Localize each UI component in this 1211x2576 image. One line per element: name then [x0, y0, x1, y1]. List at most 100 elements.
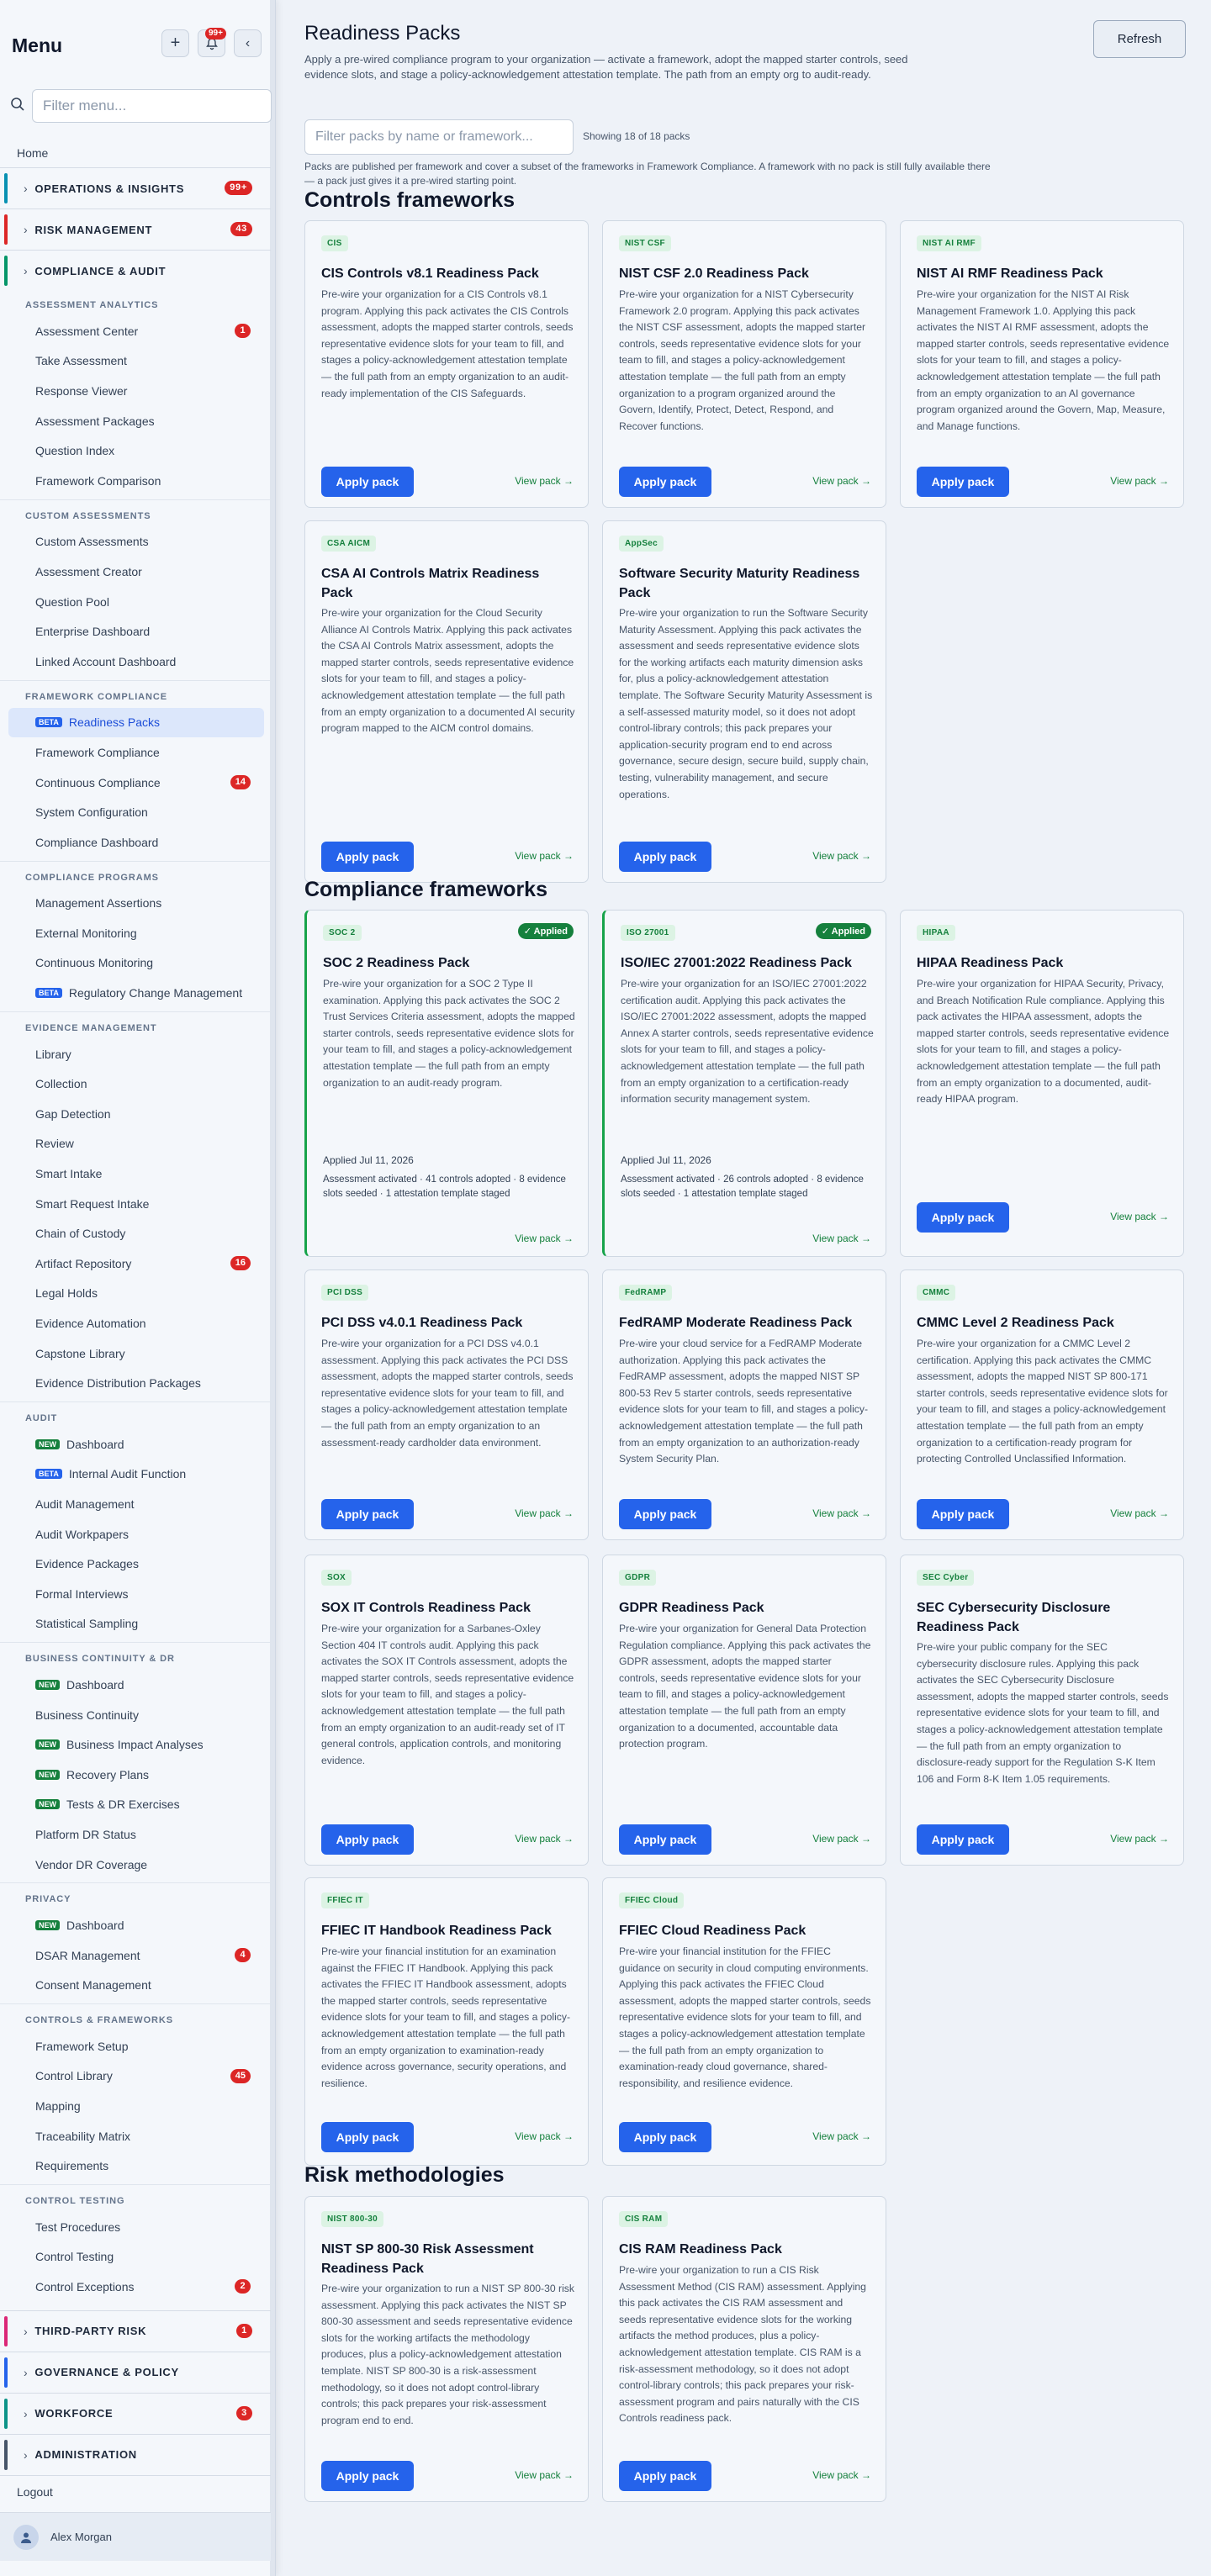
nav-item-dashboard[interactable]: NEW Dashboard [0, 1670, 271, 1700]
nav-item-internal-audit-function[interactable]: BETA Internal Audit Function [0, 1460, 271, 1490]
nav-item-continuous-monitoring[interactable]: Continuous Monitoring [0, 948, 271, 979]
nav-item-assessment-packages[interactable]: Assessment Packages [0, 406, 271, 436]
apply-pack-button[interactable]: Apply pack [917, 467, 1009, 497]
nav-item-artifact-repository[interactable]: Artifact Repository 16 [0, 1248, 271, 1279]
nav-item-custom-assessments[interactable]: Custom Assessments [0, 527, 271, 557]
view-pack-link[interactable]: View pack → [1110, 1211, 1169, 1222]
view-pack-link[interactable]: View pack → [515, 2469, 574, 2481]
nav-item-library[interactable]: Library [0, 1039, 271, 1069]
nav-item-question-index[interactable]: Question Index [0, 435, 271, 466]
nav-item-evidence-packages[interactable]: Evidence Packages [0, 1549, 271, 1579]
nav-item-smart-intake[interactable]: Smart Intake [0, 1159, 271, 1189]
apply-pack-button[interactable]: Apply pack [917, 1824, 1009, 1855]
nav-item-traceability-matrix[interactable]: Traceability Matrix [0, 2121, 271, 2151]
apply-pack-button[interactable]: Apply pack [619, 1499, 711, 1529]
view-pack-link[interactable]: View pack → [515, 475, 574, 487]
notifications-button[interactable]: 99+ [198, 28, 226, 57]
apply-pack-button[interactable]: Apply pack [619, 842, 711, 872]
nav-item-chain-of-custody[interactable]: Chain of Custody [0, 1218, 271, 1248]
nav-item-external-monitoring[interactable]: External Monitoring [0, 918, 271, 948]
nav-item-linked-account-dashboard[interactable]: Linked Account Dashboard [0, 647, 271, 677]
nav-group-operations-insights[interactable]: › OPERATIONS & INSIGHTS 99+ [0, 167, 271, 209]
nav-item-platform-dr-status[interactable]: Platform DR Status [0, 1819, 271, 1850]
view-pack-link[interactable]: View pack → [515, 850, 574, 862]
nav-item-framework-comparison[interactable]: Framework Comparison [0, 466, 271, 496]
nav-item-test-procedures[interactable]: Test Procedures [0, 2212, 271, 2242]
nav-item-control-testing[interactable]: Control Testing [0, 2242, 271, 2272]
view-pack-link[interactable]: View pack → [515, 1233, 574, 1244]
add-button[interactable]: + [161, 29, 189, 57]
logout-link[interactable]: Logout [0, 2474, 271, 2509]
nav-item-audit-workpapers[interactable]: Audit Workpapers [0, 1519, 271, 1549]
nav-item-assessment-creator[interactable]: Assessment Creator [0, 557, 271, 587]
view-pack-link[interactable]: View pack → [812, 475, 871, 487]
nav-item-recovery-plans[interactable]: NEW Recovery Plans [0, 1760, 271, 1790]
nav-item-regulatory-change-management[interactable]: BETA Regulatory Change Management [0, 978, 271, 1008]
apply-pack-button[interactable]: Apply pack [321, 2461, 414, 2491]
nav-group-third-party-risk[interactable]: › THIRD-PARTY RISK 1 [0, 2309, 271, 2352]
user-profile[interactable]: Alex Morgan [0, 2512, 271, 2561]
apply-pack-button[interactable]: Apply pack [321, 842, 414, 872]
apply-pack-button[interactable]: Apply pack [321, 2122, 414, 2152]
nav-item-response-viewer[interactable]: Response Viewer [0, 376, 271, 406]
nav-item-consent-management[interactable]: Consent Management [0, 1971, 271, 2001]
nav-item-dashboard[interactable]: NEW Dashboard [0, 1429, 271, 1460]
nav-item-tests-dr-exercises[interactable]: NEW Tests & DR Exercises [0, 1790, 271, 1820]
nav-home[interactable]: Home [0, 138, 271, 167]
view-pack-link[interactable]: View pack → [812, 1833, 871, 1845]
apply-pack-button[interactable]: Apply pack [917, 1499, 1009, 1529]
nav-item-gap-detection[interactable]: Gap Detection [0, 1099, 271, 1129]
view-pack-link[interactable]: View pack → [1110, 475, 1169, 487]
pack-filter-input[interactable] [304, 119, 574, 155]
view-pack-link[interactable]: View pack → [812, 2469, 871, 2481]
nav-item-control-exceptions[interactable]: Control Exceptions 2 [0, 2272, 271, 2302]
apply-pack-button[interactable]: Apply pack [619, 2461, 711, 2491]
nav-item-legal-holds[interactable]: Legal Holds [0, 1279, 271, 1309]
nav-item-business-continuity[interactable]: Business Continuity [0, 1700, 271, 1730]
nav-group-administration[interactable]: › ADMINISTRATION [0, 2433, 271, 2475]
nav-item-management-assertions[interactable]: Management Assertions [0, 889, 271, 919]
view-pack-link[interactable]: View pack → [515, 1507, 574, 1519]
apply-pack-button[interactable]: Apply pack [321, 1499, 414, 1529]
nav-item-continuous-compliance[interactable]: Continuous Compliance 14 [0, 768, 271, 798]
nav-item-system-configuration[interactable]: System Configuration [0, 797, 271, 827]
collapse-sidebar-button[interactable]: ‹ [234, 29, 262, 57]
nav-item-dashboard[interactable]: NEW Dashboard [0, 1910, 271, 1940]
apply-pack-button[interactable]: Apply pack [917, 1202, 1009, 1233]
nav-item-enterprise-dashboard[interactable]: Enterprise Dashboard [0, 616, 271, 647]
view-pack-link[interactable]: View pack → [515, 1833, 574, 1845]
apply-pack-button[interactable]: Apply pack [619, 2122, 711, 2152]
nav-group-workforce[interactable]: › WORKFORCE 3 [0, 2392, 271, 2434]
nav-item-evidence-automation[interactable]: Evidence Automation [0, 1308, 271, 1338]
apply-pack-button[interactable]: Apply pack [321, 1824, 414, 1855]
refresh-button[interactable]: Refresh [1093, 20, 1186, 58]
view-pack-link[interactable]: View pack → [1110, 1833, 1169, 1845]
nav-item-dsar-management[interactable]: DSAR Management 4 [0, 1940, 271, 1971]
nav-item-review[interactable]: Review [0, 1129, 271, 1159]
nav-group-governance-policy[interactable]: › GOVERNANCE & POLICY [0, 2351, 271, 2393]
view-pack-link[interactable]: View pack → [1110, 1507, 1169, 1519]
nav-item-assessment-center[interactable]: Assessment Center 1 [0, 316, 271, 346]
apply-pack-button[interactable]: Apply pack [321, 467, 414, 497]
nav-item-evidence-distribution-packages[interactable]: Evidence Distribution Packages [0, 1368, 271, 1398]
sidebar-search-input[interactable] [32, 89, 272, 123]
nav-item-requirements[interactable]: Requirements [0, 2151, 271, 2181]
nav-item-audit-management[interactable]: Audit Management [0, 1489, 271, 1519]
nav-item-formal-interviews[interactable]: Formal Interviews [0, 1579, 271, 1609]
nav-item-take-assessment[interactable]: Take Assessment [0, 346, 271, 377]
view-pack-link[interactable]: View pack → [515, 2130, 574, 2142]
nav-group-compliance-audit[interactable]: › COMPLIANCE & AUDIT [0, 250, 271, 291]
nav-item-framework-setup[interactable]: Framework Setup [0, 2031, 271, 2061]
nav-item-compliance-dashboard[interactable]: Compliance Dashboard [0, 827, 271, 858]
nav-item-statistical-sampling[interactable]: Statistical Sampling [0, 1609, 271, 1639]
nav-item-vendor-dr-coverage[interactable]: Vendor DR Coverage [0, 1850, 271, 1880]
nav-item-question-pool[interactable]: Question Pool [0, 587, 271, 617]
nav-group-risk-management[interactable]: › RISK MANAGEMENT 43 [0, 209, 271, 250]
nav-item-mapping[interactable]: Mapping [0, 2091, 271, 2121]
apply-pack-button[interactable]: Apply pack [619, 467, 711, 497]
nav-item-capstone-library[interactable]: Capstone Library [0, 1338, 271, 1369]
apply-pack-button[interactable]: Apply pack [619, 1824, 711, 1855]
view-pack-link[interactable]: View pack → [812, 1507, 871, 1519]
nav-item-collection[interactable]: Collection [0, 1069, 271, 1099]
nav-item-business-impact-analyses[interactable]: NEW Business Impact Analyses [0, 1729, 271, 1760]
